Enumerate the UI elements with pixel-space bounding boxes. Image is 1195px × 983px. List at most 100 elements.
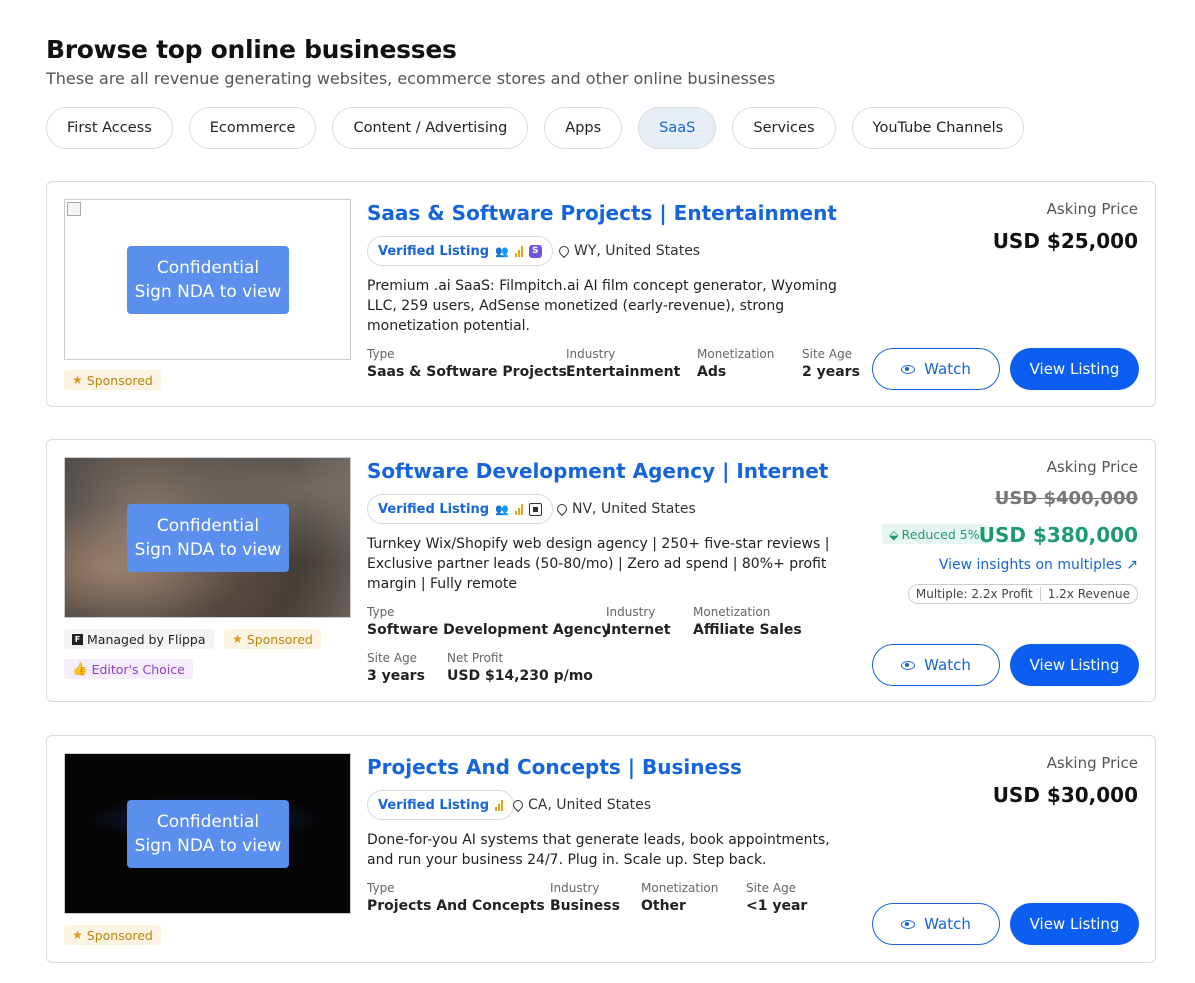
page-subtitle: These are all revenue generating website…: [46, 69, 776, 88]
listing-description: Turnkey Wix/Shopify web design agency | …: [367, 536, 830, 592]
site-age-label: Site Age: [802, 347, 853, 361]
sponsored-label: Sponsored: [246, 631, 313, 647]
verified-label: Verified Listing: [378, 501, 490, 517]
type-label: Type: [367, 605, 395, 619]
meta-industry: Industry Entertainment: [566, 346, 680, 382]
watch-button[interactable]: Watch: [872, 644, 1000, 686]
nda-confidential: Confidential: [156, 812, 260, 832]
monetization-label: Monetization: [697, 347, 775, 361]
location-pin-icon: [510, 797, 526, 813]
sponsored-badge: ★ Sponsored: [64, 370, 161, 390]
location-text: WY, United States: [574, 243, 701, 259]
managed-label: Managed by Flippa: [87, 631, 206, 647]
thumbs-up-icon: 👍: [72, 661, 88, 676]
view-listing-button[interactable]: View Listing: [1010, 644, 1139, 686]
traffic-verified-icon: 👥: [495, 244, 509, 258]
sponsored-badge: ★ Sponsored: [224, 629, 321, 649]
broken-image-icon: [67, 202, 81, 216]
asking-price-label: Asking Price: [1046, 200, 1138, 218]
listing-description: Done-for-you AI systems that generate le…: [367, 832, 830, 868]
type-label: Type: [367, 881, 395, 895]
editors-label: Editor's Choice: [91, 661, 185, 677]
meta-site-age: Site Age 2 years: [802, 346, 860, 382]
nda-overlay[interactable]: Confidential Sign NDA to view: [127, 246, 289, 314]
nda-sign: Sign NDA to view: [134, 282, 282, 302]
listing-thumbnail[interactable]: Confidential Sign NDA to view: [64, 457, 351, 618]
tab-youtube-channels[interactable]: YouTube Channels: [851, 107, 1025, 149]
nda-confidential: Confidential: [156, 516, 260, 536]
sponsored-label: Sponsored: [86, 372, 153, 388]
meta-type: Type Projects And Concepts: [367, 880, 545, 916]
sponsored-badge: ★ Sponsored: [64, 925, 161, 945]
multiple-profit: Multiple: 2.2x Profit: [909, 587, 1040, 601]
meta-site-age: Site Age 3 years: [367, 650, 425, 686]
listing-description: Premium .ai SaaS: Filmpitch.ai AI film c…: [367, 278, 837, 334]
location-text: CA, United States: [528, 797, 652, 813]
view-listing-button[interactable]: View Listing: [1010, 903, 1139, 945]
industry-value: Business: [550, 898, 620, 914]
listing-thumbnail[interactable]: Confidential Sign NDA to view: [64, 753, 351, 914]
tab-first-access[interactable]: First Access: [46, 107, 173, 149]
meta-type: Type Saas & Software Projects: [367, 346, 567, 382]
meta-monetization: Monetization Other: [641, 880, 718, 916]
asking-price-label: Asking Price: [1046, 754, 1138, 772]
listing-title[interactable]: Saas & Software Projects | Entertainment: [367, 201, 837, 225]
verified-listing-badge: Verified Listing 👥 S: [367, 236, 553, 266]
managed-by-flippa-badge: F Managed by Flippa: [64, 629, 214, 649]
reduced-badge: ⬙ Reduced 5%: [882, 524, 987, 544]
location-pin-icon: [556, 243, 572, 259]
view-insights-link[interactable]: View insights on multiples ↗: [939, 557, 1138, 573]
industry-value: Internet: [606, 622, 671, 638]
location-text: NV, United States: [572, 501, 696, 517]
type-label: Type: [367, 347, 395, 361]
nda-overlay[interactable]: Confidential Sign NDA to view: [127, 800, 289, 868]
meta-type: Type Software Development Agency: [367, 604, 611, 640]
meta-industry: Industry Internet: [606, 604, 670, 640]
verified-listing-badge: Verified Listing: [367, 790, 515, 820]
star-icon: ★: [72, 373, 83, 387]
tab-ecommerce[interactable]: Ecommerce: [188, 107, 317, 149]
monetization-value: Affiliate Sales: [693, 622, 802, 638]
site-age-value: 2 years: [802, 364, 860, 380]
meta-monetization: Monetization Ads: [697, 346, 774, 382]
view-listing-button[interactable]: View Listing: [1010, 348, 1139, 390]
nda-sign: Sign NDA to view: [134, 836, 282, 856]
tab-services[interactable]: Services: [732, 107, 836, 149]
site-age-value: 3 years: [367, 668, 425, 684]
monetization-label: Monetization: [641, 881, 719, 895]
industry-label: Industry: [566, 347, 616, 361]
net-profit-value: USD $14,230 p/mo: [447, 668, 593, 684]
tab-content-advertising[interactable]: Content / Advertising: [332, 107, 529, 149]
watch-button[interactable]: Watch: [872, 903, 1000, 945]
insights-label: View insights on multiples: [938, 557, 1122, 573]
location: WY, United States: [556, 236, 701, 266]
listing-card: Confidential Sign NDA to view F Managed …: [46, 439, 1156, 702]
type-value: Saas & Software Projects: [367, 364, 567, 380]
meta-industry: Industry Business: [550, 880, 620, 916]
multiples-badge: Multiple: 2.2x Profit 1.2x Revenue: [907, 584, 1138, 604]
type-value: Projects And Concepts: [367, 898, 545, 914]
asking-price: USD $25,000: [992, 229, 1138, 253]
monetization-label: Monetization: [693, 605, 771, 619]
asking-price: USD $30,000: [992, 783, 1138, 807]
star-icon: ★: [72, 928, 83, 942]
multiple-profit-value: 2.2x Profit: [971, 587, 1033, 601]
tab-saas[interactable]: SaaS: [638, 107, 717, 149]
asking-price-label: Asking Price: [1046, 458, 1138, 476]
tab-apps[interactable]: Apps: [544, 107, 623, 149]
square-pos-icon: [528, 502, 542, 516]
industry-label: Industry: [550, 881, 600, 895]
site-age-value: <1 year: [746, 898, 808, 914]
nda-confidential: Confidential: [156, 258, 260, 278]
editors-choice-badge: 👍 Editor's Choice: [64, 659, 193, 679]
meta-monetization: Monetization Affiliate Sales: [693, 604, 802, 640]
watch-label: Watch: [924, 915, 971, 933]
listing-title[interactable]: Software Development Agency | Internet: [367, 459, 828, 483]
listing-title[interactable]: Projects And Concepts | Business: [367, 755, 742, 779]
watch-button[interactable]: Watch: [872, 348, 1000, 390]
nda-sign: Sign NDA to view: [134, 540, 282, 560]
nda-overlay[interactable]: Confidential Sign NDA to view: [127, 504, 289, 572]
listing-thumbnail[interactable]: Confidential Sign NDA to view: [64, 199, 351, 360]
net-profit-label: Net Profit: [447, 651, 504, 665]
page-title: Browse top online businesses: [46, 35, 457, 64]
